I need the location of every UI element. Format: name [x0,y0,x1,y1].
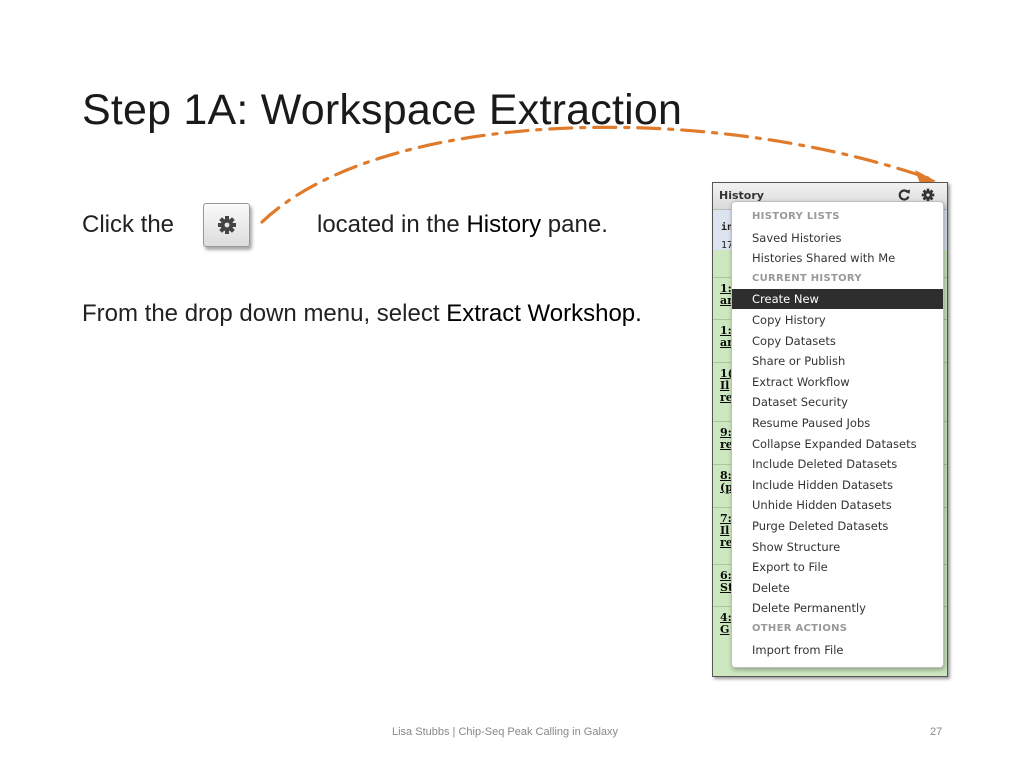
gear-icon [217,216,236,234]
menu-item-histories-shared-with-me[interactable]: Histories Shared with Me [732,248,943,268]
menu-item-delete-permanently[interactable]: Delete Permanently [732,598,943,618]
instruction-text: located in the [317,211,460,238]
menu-item-dataset-security[interactable]: Dataset Security [732,392,943,412]
instruction-text: Click the [82,211,175,238]
menu-item-saved-histories[interactable]: Saved Histories [732,228,943,248]
instruction-text: pane. [547,211,608,238]
menu-item-export-to-file[interactable]: Export to File [732,557,943,577]
history-options-icon[interactable] [921,188,935,202]
menu-item-purge-deleted-datasets[interactable]: Purge Deleted Datasets [732,516,943,536]
menu-item-extract-workflow[interactable]: Extract Workflow [732,372,943,392]
menu-item-resume-paused-jobs[interactable]: Resume Paused Jobs [732,413,943,433]
page-number: 27 [930,726,943,738]
instruction-line-1-end: located in the History pane. [317,210,608,240]
menu-item-import-from-file[interactable]: Import from File [732,640,943,660]
extract-emphasis: Extract Workshop. [446,300,642,327]
menu-section-header: OTHER ACTIONS [752,623,848,634]
menu-section-header: CURRENT HISTORY [752,272,862,284]
menu-item-delete[interactable]: Delete [732,578,943,598]
refresh-icon[interactable] [897,188,911,202]
history-emphasis: History [466,211,542,238]
instruction-line-1-start: Click the [82,210,174,240]
menu-item-share-or-publish[interactable]: Share or Publish [732,351,943,371]
menu-section-header: HISTORY LISTS [752,211,840,222]
instruction-text: From the drop down menu, select [82,300,440,327]
menu-item-unhide-hidden-datasets[interactable]: Unhide Hidden Datasets [732,495,943,515]
menu-item-copy-datasets[interactable]: Copy Datasets [732,331,943,351]
instruction-line-2: From the drop down menu, select Extract … [82,298,642,330]
history-options-menu: HISTORY LISTS Saved Histories Histories Sh… [731,201,944,668]
slide-title: Step 1A: Workspace Extraction [82,86,683,134]
menu-item-show-structure[interactable]: Show Structure [732,537,943,557]
menu-item-create-new[interactable]: Create New [732,289,943,310]
menu-item-copy-history[interactable]: Copy History [732,310,943,330]
menu-item-include-hidden-datasets[interactable]: Include Hidden Datasets [732,475,943,495]
menu-item-collapse-expanded-datasets[interactable]: Collapse Expanded Datasets [732,434,943,454]
footer-text: Lisa Stubbs | Chip-Seq Peak Calling in G… [392,726,619,738]
menu-item-include-deleted-datasets[interactable]: Include Deleted Datasets [732,454,943,474]
gear-button-illustration [203,203,250,247]
